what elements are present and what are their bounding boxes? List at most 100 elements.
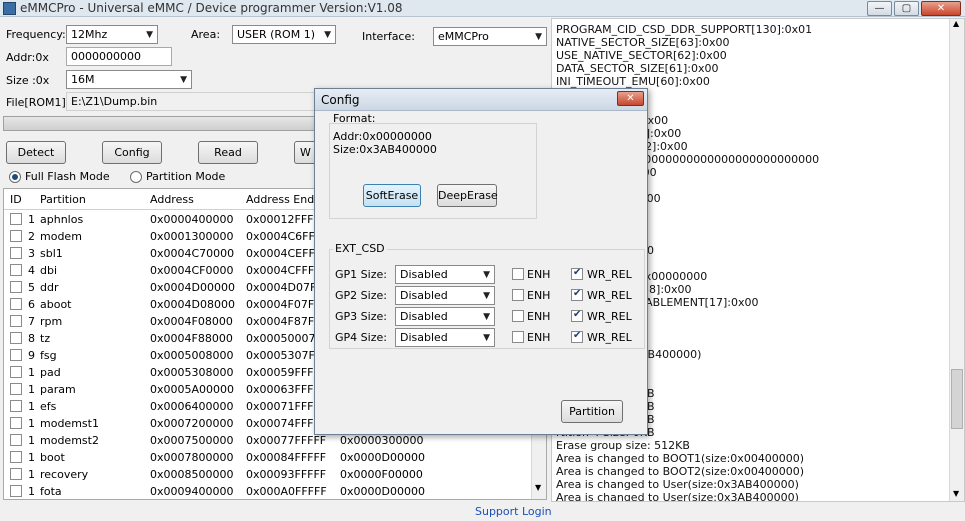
row-checkbox[interactable] bbox=[10, 332, 22, 344]
row-checkbox[interactable] bbox=[10, 383, 22, 395]
row-checkbox[interactable] bbox=[10, 468, 22, 480]
log-scrollbar[interactable]: ▲ ▼ bbox=[949, 19, 964, 501]
row-partition: sbl1 bbox=[40, 247, 63, 260]
row-checkbox[interactable] bbox=[10, 315, 22, 327]
config-button[interactable]: Config bbox=[102, 141, 162, 164]
area-select[interactable]: USER (ROM 1) ▼ bbox=[232, 25, 336, 44]
wr-rel-checkbox[interactable] bbox=[571, 288, 583, 301]
row-size: 0x0000300000 bbox=[340, 434, 424, 447]
frequency-label: Frequency: bbox=[6, 28, 66, 41]
dialog-title: Config bbox=[321, 93, 360, 107]
row-checkbox[interactable] bbox=[10, 451, 22, 463]
size-value: 16M bbox=[71, 73, 95, 86]
gp-size-select[interactable]: Disabled ▼ bbox=[395, 328, 495, 347]
row-size: 0x0000F00000 bbox=[340, 468, 423, 481]
enh-checkbox[interactable] bbox=[512, 331, 524, 343]
deep-erase-button[interactable]: DeepErase bbox=[437, 184, 498, 207]
scroll-down-icon[interactable]: ▼ bbox=[535, 483, 541, 492]
gp-size-select[interactable]: Disabled ▼ bbox=[395, 286, 495, 305]
gp-size-label: GP2 Size: bbox=[335, 289, 387, 302]
enh-checkbox[interactable] bbox=[512, 289, 524, 301]
row-address: 0x0007200000 bbox=[150, 417, 234, 430]
interface-label: Interface: bbox=[362, 30, 415, 43]
table-row[interactable]: 1 fota 0x0009400000 0x000A0FFFFF 0x0000D0000… bbox=[4, 483, 546, 499]
scroll-up-icon[interactable]: ▲ bbox=[953, 19, 959, 28]
title-bar: eMMCPro - Universal eMMC / Device progra… bbox=[0, 0, 965, 17]
row-address: 0x0008500000 bbox=[150, 468, 234, 481]
partition-button[interactable]: Partition bbox=[561, 400, 623, 423]
row-partition: aphnlos bbox=[40, 213, 84, 226]
wr-rel-checkbox[interactable] bbox=[571, 267, 583, 280]
partition-mode-label: Partition Mode bbox=[146, 170, 226, 183]
file-path-field[interactable]: E:\Z1\Dump.bin bbox=[66, 92, 316, 111]
format-size: Size:0x3AB400000 bbox=[333, 143, 437, 156]
row-address: 0x0005A00000 bbox=[150, 383, 235, 396]
row-checkbox[interactable] bbox=[10, 400, 22, 412]
support-login-link[interactable]: Support Login bbox=[475, 505, 552, 518]
close-button[interactable]: ✕ bbox=[921, 1, 961, 16]
maximize-button[interactable]: ▢ bbox=[894, 1, 919, 16]
row-checkbox[interactable] bbox=[10, 366, 22, 378]
row-checkbox[interactable] bbox=[10, 247, 22, 259]
config-dialog: Config ✕ Format: Addr:0x00000000 Size:0x… bbox=[314, 88, 648, 435]
row-partition: recovery bbox=[40, 468, 89, 481]
gp-size-select[interactable]: Disabled ▼ bbox=[395, 265, 495, 284]
scroll-down-icon[interactable]: ▼ bbox=[953, 489, 959, 498]
detect-button[interactable]: Detect bbox=[6, 141, 66, 164]
enh-label: ENH bbox=[527, 289, 551, 302]
row-address: 0x0004F88000 bbox=[150, 332, 233, 345]
row-address: 0x0004D08000 bbox=[150, 298, 235, 311]
row-checkbox[interactable] bbox=[10, 213, 22, 225]
interface-select[interactable]: eMMCPro ▼ bbox=[433, 27, 547, 46]
row-checkbox[interactable] bbox=[10, 230, 22, 242]
row-checkbox[interactable] bbox=[10, 417, 22, 429]
row-checkbox[interactable] bbox=[10, 485, 22, 497]
size-select[interactable]: 16M ▼ bbox=[66, 70, 192, 89]
gp-size-select[interactable]: Disabled ▼ bbox=[395, 307, 495, 326]
log-line: INI_TIMEOUT_EMU[60]:0x00 bbox=[556, 75, 710, 88]
row-checkbox[interactable] bbox=[10, 264, 22, 276]
row-id: 7 bbox=[28, 315, 35, 328]
wr-rel-checkbox[interactable] bbox=[571, 309, 583, 322]
chevron-down-icon: ▼ bbox=[483, 291, 490, 301]
row-partition: pad bbox=[40, 366, 61, 379]
row-checkbox[interactable] bbox=[10, 349, 22, 361]
wr-rel-checkbox[interactable] bbox=[571, 330, 583, 343]
row-id: 3 bbox=[28, 247, 35, 260]
log-line: Erase group size: 512KB bbox=[556, 439, 690, 452]
header-address: Address bbox=[150, 193, 194, 206]
frequency-select[interactable]: 12Mhz ▼ bbox=[66, 25, 158, 44]
minimize-button[interactable]: — bbox=[867, 1, 892, 16]
row-partition: efs bbox=[40, 400, 57, 413]
row-partition: aboot bbox=[40, 298, 72, 311]
write-button[interactable]: W bbox=[294, 141, 316, 164]
read-button[interactable]: Read bbox=[198, 141, 258, 164]
chevron-down-icon: ▼ bbox=[535, 32, 542, 42]
row-size: 0x0000D00000 bbox=[340, 451, 425, 464]
table-row[interactable]: 1 boot 0x0007800000 0x00084FFFFF 0x0000D0000… bbox=[4, 449, 546, 466]
row-partition: modem bbox=[40, 230, 82, 243]
full-flash-mode-radio[interactable] bbox=[9, 171, 21, 183]
enh-label: ENH bbox=[527, 331, 551, 344]
table-row[interactable]: 1 recovery 0x0008500000 0x00093FFFFF 0x0000F… bbox=[4, 466, 546, 483]
size-label: Size :0x bbox=[6, 74, 50, 87]
row-id: 5 bbox=[28, 281, 35, 294]
row-id: 1 bbox=[28, 366, 35, 379]
row-address-end: 0x000A0FFFFF bbox=[246, 485, 327, 498]
row-checkbox[interactable] bbox=[10, 281, 22, 293]
row-checkbox[interactable] bbox=[10, 298, 22, 310]
dialog-close-button[interactable]: ✕ bbox=[617, 91, 644, 106]
row-address-end: 0x00084FFFFF bbox=[246, 451, 327, 464]
row-address: 0x0007500000 bbox=[150, 434, 234, 447]
row-partition: rpm bbox=[40, 315, 63, 328]
wr-rel-label: WR_REL bbox=[587, 289, 632, 302]
soft-erase-button[interactable]: SoftErase bbox=[363, 184, 421, 207]
enh-checkbox[interactable] bbox=[512, 268, 524, 280]
gp-size-value: Disabled bbox=[400, 331, 448, 344]
format-addr: Addr:0x00000000 bbox=[333, 130, 432, 143]
row-checkbox[interactable] bbox=[10, 434, 22, 446]
enh-checkbox[interactable] bbox=[512, 310, 524, 322]
partition-mode-radio[interactable] bbox=[130, 171, 142, 183]
addr-input[interactable]: 0000000000 bbox=[66, 47, 172, 66]
log-scroll-thumb[interactable] bbox=[951, 369, 963, 429]
